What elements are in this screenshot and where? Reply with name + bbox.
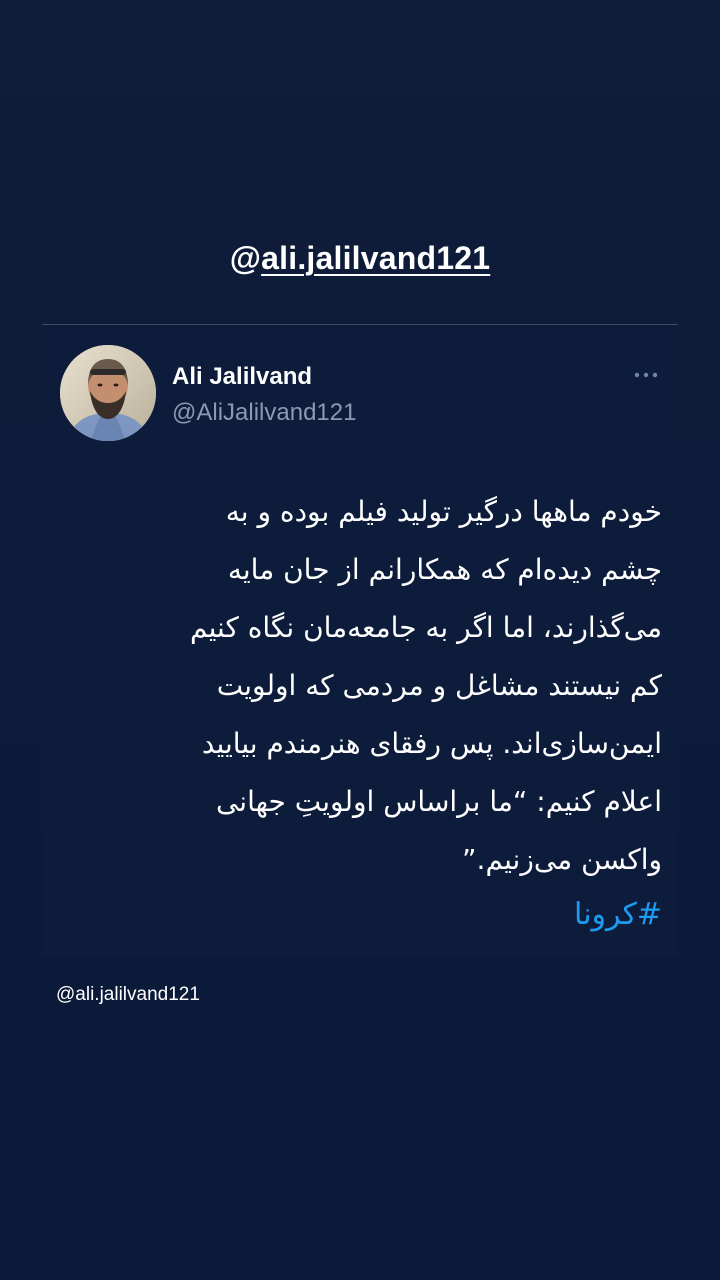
avatar-portrait [60, 345, 156, 441]
mention-handle[interactable]: ali.jalilvand121 [261, 240, 490, 276]
avatar[interactable] [60, 345, 156, 441]
story-mention-sticker[interactable]: @ali.jalilvand121 [0, 240, 720, 277]
tweet-text-line: خودم ماهها درگیر تولید فیلم بوده و به [225, 495, 662, 528]
tweet-text-line: کم نیستند مشاغل و مردمی که اولویت [216, 669, 662, 702]
tweet-text-line: اعلام کنیم: “ما براساس اولویتِ جهانی [215, 785, 662, 818]
tweet-text: خودم ماهها درگیر تولید فیلم بوده و به چش… [68, 483, 662, 889]
tweet-text-line: ایمن‌سازی‌اند. پس رفقای هنرمندم بیایید [201, 727, 662, 760]
more-horizontal-icon[interactable] [632, 363, 660, 387]
tweet-text-line: واکسن می‌زنیم.” [462, 843, 662, 876]
hashtag-link[interactable]: #کرونا [574, 895, 662, 935]
display-name[interactable]: Ali Jalilvand [172, 363, 312, 391]
mention-at-symbol: @ [229, 240, 262, 276]
tweet-text-line: چشم دیده‌ام که همکارانم از جان مایه [227, 553, 662, 586]
tweet-card: Ali Jalilvand @AliJalilvand121 خودم ماهه… [42, 325, 678, 957]
username[interactable]: @AliJalilvand121 [172, 399, 356, 427]
watermark-handle: @ali.jalilvand121 [56, 984, 200, 1005]
tweet-text-line: می‌گذارند، اما اگر به جامعه‌مان نگاه کنی… [189, 611, 662, 644]
